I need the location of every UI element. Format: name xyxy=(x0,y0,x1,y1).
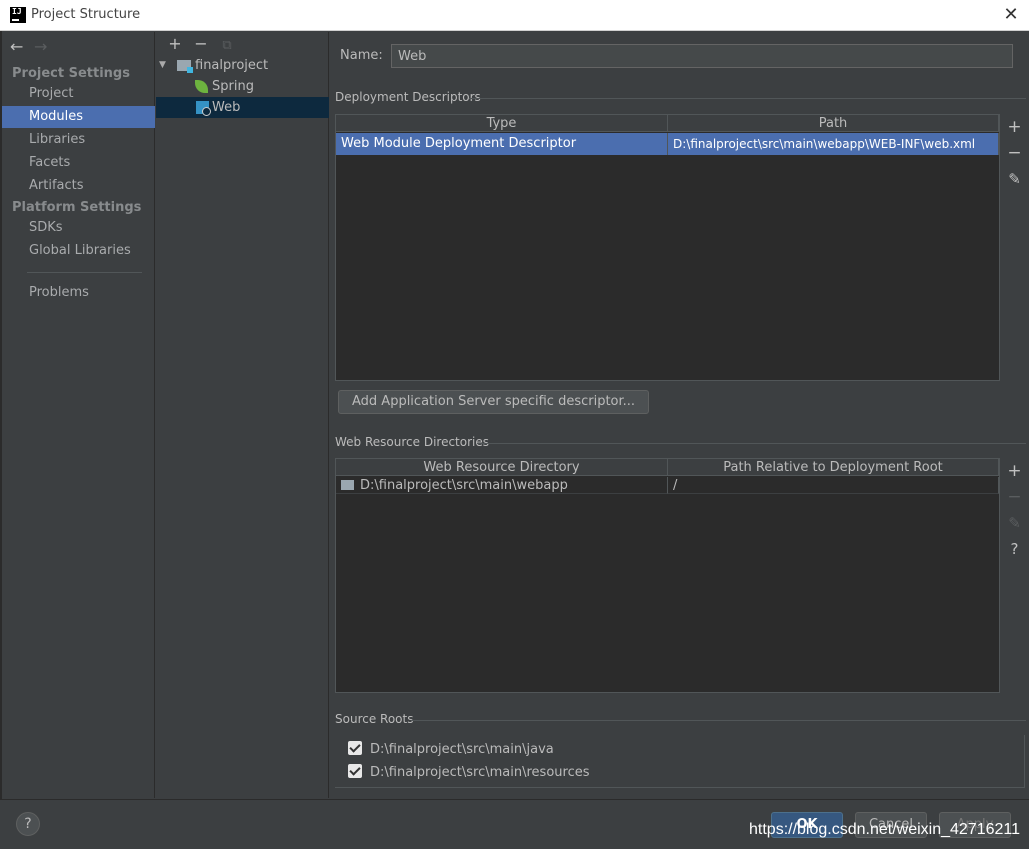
add-icon[interactable]: + xyxy=(162,34,188,53)
sidebar-item-project[interactable]: Project xyxy=(2,83,155,105)
group-divider xyxy=(477,443,1026,444)
tree-node-label: Web xyxy=(212,100,241,115)
source-roots-list: D:\finalproject\src\main\java D:\finalpr… xyxy=(335,735,1025,788)
module-folder-icon xyxy=(177,60,193,73)
source-root-path: D:\finalproject\src\main\resources xyxy=(370,765,590,780)
tree-node-finalproject[interactable]: ▼ finalproject xyxy=(156,55,329,76)
deployment-descriptors-table: Type Path Web Module Deployment Descript… xyxy=(335,114,1000,381)
source-root-path: D:\finalproject\src\main\java xyxy=(370,742,554,757)
add-icon[interactable]: + xyxy=(1002,460,1027,482)
web-resource-directories-table: Web Resource Directory Path Relative to … xyxy=(335,458,1000,693)
tree-node-label: finalproject xyxy=(195,58,269,73)
column-header-web-resource-directory[interactable]: Web Resource Directory xyxy=(336,459,668,476)
tree-node-web[interactable]: Web xyxy=(156,97,329,118)
add-icon[interactable]: + xyxy=(1002,116,1027,138)
nav-arrows: ← → xyxy=(10,37,58,56)
add-server-descriptor-button[interactable]: Add Application Server specific descript… xyxy=(338,390,650,414)
descriptor-path-cell[interactable]: D:\finalproject\src\main\webapp\WEB-INF\… xyxy=(668,133,999,155)
source-roots-heading: Source Roots xyxy=(335,712,414,726)
back-arrow-icon[interactable]: ← xyxy=(10,37,34,56)
group-divider xyxy=(469,98,1026,99)
web-resource-tools: + − ✎ ? xyxy=(1002,458,1027,693)
forward-arrow-icon[interactable]: → xyxy=(34,37,58,56)
web-resource-directory-cell[interactable]: D:\finalproject\src\main\webapp xyxy=(336,477,668,494)
tree-node-spring[interactable]: Spring xyxy=(156,76,329,97)
web-facet-icon xyxy=(196,101,211,116)
window-title: Project Structure xyxy=(31,7,141,22)
edit-pencil-icon[interactable]: ✎ xyxy=(1002,512,1027,534)
relative-path-cell[interactable]: / xyxy=(668,477,999,494)
help-icon[interactable]: ? xyxy=(16,812,40,836)
close-icon[interactable]: ✕ xyxy=(1002,6,1020,24)
remove-icon[interactable]: − xyxy=(188,34,214,53)
copy-icon[interactable]: ⧉ xyxy=(214,38,240,53)
sidebar-item-global-libraries[interactable]: Global Libraries xyxy=(2,240,155,262)
settings-sidebar: ← → Project Settings Project Modules Libr… xyxy=(2,32,155,798)
descriptor-type-cell[interactable]: Web Module Deployment Descriptor xyxy=(336,133,668,155)
sidebar-item-libraries[interactable]: Libraries xyxy=(2,129,155,151)
deployment-descriptors-heading: Deployment Descriptors xyxy=(335,90,481,104)
dialog-footer: ? OK Cancel Apply https://blog.csdn.net/… xyxy=(0,799,1029,849)
edit-pencil-icon[interactable]: ✎ xyxy=(1002,168,1027,190)
facet-editor: Name: Deployment Descriptors Type Path W… xyxy=(330,32,1027,798)
sidebar-item-facets[interactable]: Facets xyxy=(2,152,155,174)
group-divider xyxy=(411,720,1026,721)
title-bar: IJ Project Structure ✕ xyxy=(0,0,1029,31)
checkbox-checked[interactable] xyxy=(348,741,362,755)
help-icon[interactable]: ? xyxy=(1002,538,1027,560)
web-resource-directories-heading: Web Resource Directories xyxy=(335,435,489,449)
remove-icon[interactable]: − xyxy=(1002,142,1027,164)
tree-node-label: Spring xyxy=(212,79,254,94)
name-label: Name: xyxy=(340,48,383,63)
expand-arrow-icon[interactable]: ▼ xyxy=(159,55,166,76)
tree-toolbar: + − ⧉ xyxy=(162,34,240,53)
sidebar-item-modules[interactable]: Modules xyxy=(2,106,155,128)
spring-leaf-icon xyxy=(195,80,208,93)
checkbox-checked[interactable] xyxy=(348,764,362,778)
facet-name-input[interactable] xyxy=(391,44,1013,68)
sidebar-item-artifacts[interactable]: Artifacts xyxy=(2,175,155,197)
sidebar-separator xyxy=(27,272,142,273)
remove-icon[interactable]: − xyxy=(1002,486,1027,508)
intellij-logo-icon: IJ xyxy=(10,7,26,23)
web-folder-icon xyxy=(341,480,354,490)
source-root-item[interactable]: D:\finalproject\src\main\java xyxy=(348,740,554,760)
module-tree-panel: + − ⧉ ▼ finalproject Spring Web xyxy=(156,32,329,798)
column-header-relative-path[interactable]: Path Relative to Deployment Root xyxy=(668,459,999,476)
column-header-type[interactable]: Type xyxy=(336,115,668,132)
sidebar-item-sdks[interactable]: SDKs xyxy=(2,217,155,239)
sidebar-item-problems[interactable]: Problems xyxy=(2,282,155,304)
source-root-item[interactable]: D:\finalproject\src\main\resources xyxy=(348,763,590,783)
project-settings-heading: Project Settings xyxy=(12,66,130,81)
platform-settings-heading: Platform Settings xyxy=(12,200,142,215)
web-resource-directory-path: D:\finalproject\src\main\webapp xyxy=(360,478,568,493)
watermark-text: https://blog.csdn.net/weixin_42716211 xyxy=(749,821,1021,838)
descriptor-tools: + − ✎ xyxy=(1002,114,1027,381)
column-header-path[interactable]: Path xyxy=(668,115,999,132)
